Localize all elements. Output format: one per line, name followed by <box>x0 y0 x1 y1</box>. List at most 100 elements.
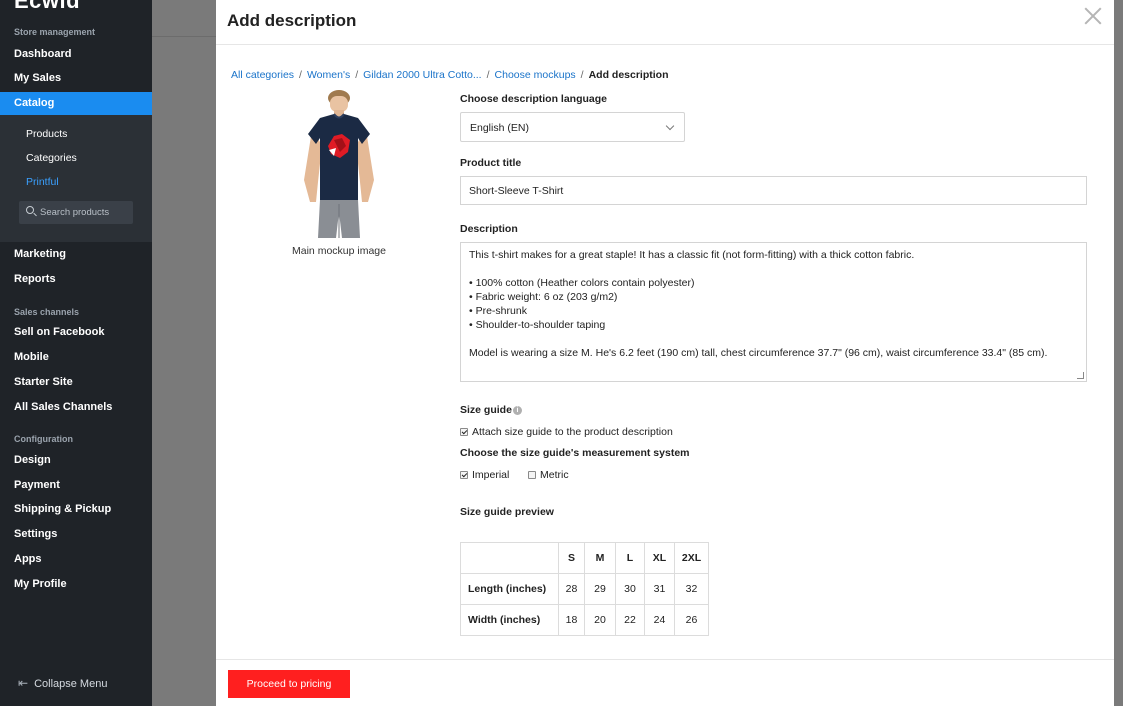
tshirt-mockup-illustration <box>290 90 388 238</box>
sidebar-item-my-sales[interactable]: My Sales <box>14 72 61 84</box>
info-icon[interactable]: i <box>512 406 522 415</box>
sidebar-item-reports[interactable]: Reports <box>14 273 56 285</box>
size-header: 2XL <box>674 542 709 574</box>
section-sales-channels: Sales channels <box>14 307 80 317</box>
sidebar-item-marketing[interactable]: Marketing <box>14 248 66 260</box>
metric-checkbox[interactable]: Metric <box>528 469 569 481</box>
table-cell: 32 <box>674 573 709 605</box>
sidebar-item-design[interactable]: Design <box>14 454 51 466</box>
sidebar-item-payment[interactable]: Payment <box>14 479 60 491</box>
sidebar-item-all-sales-channels[interactable]: All Sales Channels <box>14 401 112 413</box>
description-bullet: • Shoulder-to-shoulder taping <box>469 319 606 331</box>
collapse-arrow-icon: ⇤ <box>18 676 29 690</box>
breadcrumb-womens[interactable]: Women's <box>307 69 350 81</box>
section-configuration: Configuration <box>14 434 73 444</box>
breadcrumb-all-categories[interactable]: All categories <box>231 69 294 81</box>
size-guide-table: S M L XL 2XL Length (inches) 28 29 30 31… <box>460 542 709 636</box>
sidebar-item-shipping[interactable]: Shipping & Pickup <box>14 503 111 515</box>
table-cell: 22 <box>615 604 645 636</box>
attach-size-guide-checkbox[interactable]: Attach size guide to the product descrip… <box>460 426 673 438</box>
size-guide-label-text: Size guide <box>460 404 512 416</box>
table-corner-cell <box>460 542 559 574</box>
measurement-system-label: Choose the size guide's measurement syst… <box>460 447 690 459</box>
size-header: XL <box>644 542 675 574</box>
sidebar-item-starter-site[interactable]: Starter Site <box>14 376 73 388</box>
row-label: Width (inches) <box>460 604 559 636</box>
language-select-value: English (EN) <box>470 122 529 134</box>
product-title-label: Product title <box>460 157 522 169</box>
proceed-to-pricing-button[interactable]: Proceed to pricing <box>228 670 350 698</box>
table-header-row: S M L XL 2XL <box>460 542 709 574</box>
checkbox-checked-icon <box>460 471 468 479</box>
background-divider <box>152 36 216 37</box>
description-intro: This t-shirt makes for a great staple! I… <box>469 249 915 261</box>
sidebar-item-apps[interactable]: Apps <box>14 553 42 565</box>
size-header: S <box>558 542 585 574</box>
main-mockup-image[interactable] <box>290 90 388 238</box>
breadcrumb-choose-mockups[interactable]: Choose mockups <box>495 69 576 81</box>
collapse-menu-label: Collapse Menu <box>34 678 108 690</box>
language-label: Choose description language <box>460 93 608 105</box>
description-textarea[interactable]: This t-shirt makes for a great staple! I… <box>460 242 1087 382</box>
description-blank-line <box>469 332 1078 346</box>
sidebar-subitem-printful[interactable]: Printful <box>26 176 59 188</box>
size-guide-preview-label: Size guide preview <box>460 506 554 518</box>
table-cell: 31 <box>644 573 675 605</box>
breadcrumb-separator: / <box>299 69 302 81</box>
table-cell: 20 <box>584 604 616 636</box>
sidebar-item-settings[interactable]: Settings <box>14 528 57 540</box>
add-description-modal: Add description All categories / Women's / G… <box>216 0 1114 706</box>
section-store-management: Store management <box>14 27 96 37</box>
table-cell: 29 <box>584 573 616 605</box>
modal-header: Add description <box>216 0 1114 45</box>
table-cell: 24 <box>644 604 675 636</box>
size-guide-label: Size guide i <box>460 404 522 416</box>
attach-size-guide-label: Attach size guide to the product descrip… <box>472 426 673 438</box>
search-placeholder: Search products <box>40 207 110 218</box>
description-bullet: • Fabric weight: 6 oz (203 g/m2) <box>469 291 618 303</box>
breadcrumb-separator: / <box>580 69 584 81</box>
modal-title: Add description <box>227 11 357 30</box>
imperial-label: Imperial <box>472 469 510 481</box>
size-header: M <box>584 542 616 574</box>
background-page <box>152 0 216 706</box>
close-icon[interactable] <box>1082 5 1104 27</box>
search-icon <box>26 206 34 214</box>
sidebar-item-sell-on-facebook[interactable]: Sell on Facebook <box>14 326 104 338</box>
description-label: Description <box>460 223 518 235</box>
background-page-right <box>1114 0 1123 706</box>
table-cell: 26 <box>674 604 709 636</box>
sidebar-item-catalog[interactable]: Catalog <box>0 92 152 115</box>
language-select[interactable]: English (EN) <box>460 112 685 142</box>
resize-handle[interactable] <box>1077 372 1084 379</box>
table-row: Length (inches) 28 29 30 31 32 <box>460 573 709 605</box>
checkbox-checked-icon <box>460 428 468 436</box>
sidebar-subitem-categories[interactable]: Categories <box>26 152 77 164</box>
breadcrumb: All categories / Women's / Gildan 2000 Ultra… <box>231 69 669 81</box>
sidebar-item-my-profile[interactable]: My Profile <box>14 578 67 590</box>
breadcrumb-current: Add description <box>588 69 669 81</box>
checkbox-unchecked-icon <box>528 471 536 479</box>
ecwid-logo[interactable]: Ecwid <box>14 0 80 14</box>
sidebar-item-dashboard[interactable]: Dashboard <box>14 48 71 60</box>
chevron-down-icon <box>665 121 675 131</box>
description-bullet: • Pre-shrunk <box>469 305 527 317</box>
row-label: Length (inches) <box>460 573 559 605</box>
breadcrumb-separator: / <box>486 69 490 81</box>
sidebar-item-catalog-label: Catalog <box>14 97 55 109</box>
collapse-menu-button[interactable]: ⇤ Collapse Menu <box>18 676 107 690</box>
sidebar-subitem-products[interactable]: Products <box>26 128 67 140</box>
imperial-checkbox[interactable]: Imperial <box>460 469 509 481</box>
mockup-caption: Main mockup image <box>292 245 386 257</box>
description-model: Model is wearing a size M. He's 6.2 feet… <box>469 347 1048 359</box>
search-products-input[interactable]: Search products <box>19 201 133 224</box>
product-title-input[interactable] <box>460 176 1087 205</box>
metric-label: Metric <box>540 469 569 481</box>
table-cell: 30 <box>615 573 645 605</box>
sidebar-item-mobile[interactable]: Mobile <box>14 351 49 363</box>
table-row: Width (inches) 18 20 22 24 26 <box>460 604 709 636</box>
breadcrumb-separator: / <box>355 69 359 81</box>
description-blank-line <box>469 262 1078 276</box>
breadcrumb-product[interactable]: Gildan 2000 Ultra Cotto... <box>363 69 481 81</box>
description-bullet: • 100% cotton (Heather colors contain po… <box>469 277 695 289</box>
